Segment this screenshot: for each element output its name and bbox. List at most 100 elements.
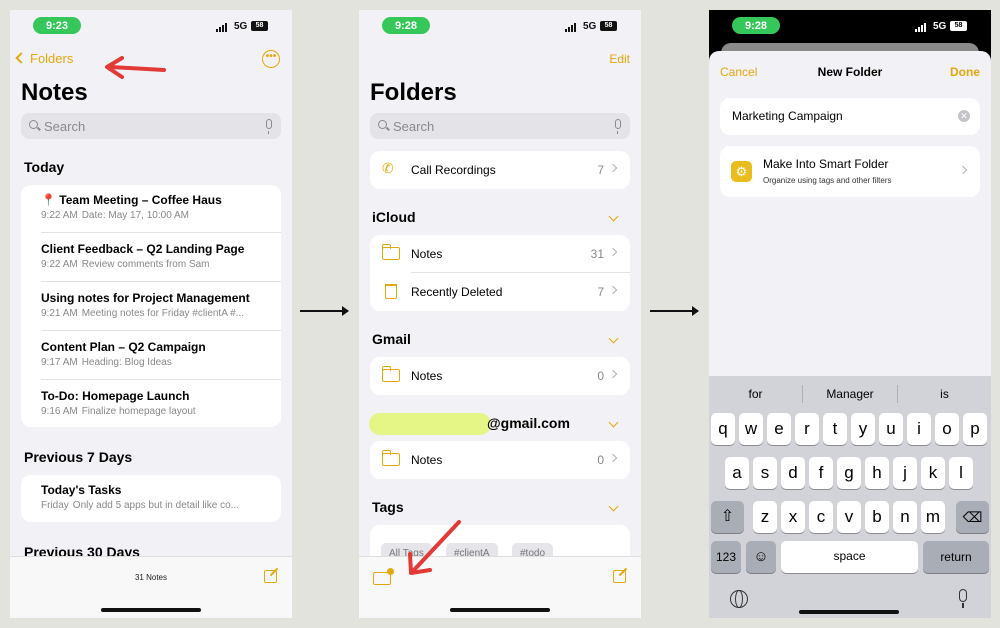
more-options-icon[interactable]: ••• [262,50,280,68]
network-label: 5G [933,21,947,32]
key-j[interactable]: j [893,457,917,489]
suggestion[interactable]: Manager [803,387,897,401]
shift-key[interactable]: ⇧ [711,501,744,533]
key-n[interactable]: n [893,501,917,533]
key-i[interactable]: i [907,413,931,445]
folder-name-value: Marketing Campaign [732,109,843,123]
suggestion[interactable]: for [709,387,802,401]
key-e[interactable]: e [767,413,791,445]
list-item[interactable]: 📍 Team Meeting – Coffee Haus 9:22 AM Date… [41,193,271,221]
previous-7-days-list: Today's Tasks Friday Only add 5 apps but … [21,475,281,522]
page-title: Notes [21,79,88,106]
list-item[interactable]: Content Plan – Q2 Campaign 9:17 AM Headin… [41,340,271,368]
chevron-down-icon[interactable] [608,417,619,428]
smart-folder-row[interactable]: ⚙ Make Into Smart Folder Organize using … [720,146,980,197]
redacted-email-highlight [369,413,491,435]
emoji-icon: ☺ [753,548,769,565]
list-item[interactable]: To-Do: Homepage Launch 9:16 AM Finalize h… [41,389,271,417]
key-f[interactable]: f [809,457,833,489]
suggestion[interactable]: is [898,387,991,401]
folder-row-call-recordings[interactable]: ✆ Call Recordings 7 [370,151,630,189]
clear-text-icon[interactable]: ✕ [958,110,970,122]
back-label: Folders [30,51,74,66]
key-w[interactable]: w [739,413,763,445]
key-g[interactable]: g [837,457,861,489]
microphone-icon[interactable] [615,119,621,134]
annotation-arrow [105,56,166,79]
annotation-arrow [408,520,461,575]
search-icon-handle [37,126,41,131]
key-r[interactable]: r [795,413,819,445]
key-o[interactable]: o [935,413,959,445]
folder-count: 31 [590,247,604,261]
note-preview: Heading: Blog Ideas [81,357,172,368]
flow-arrow [300,306,349,316]
chevron-left-icon [15,52,27,64]
page-title: Folders [370,79,457,106]
key-m[interactable]: m [921,501,945,533]
keyboard: for Manager is q w e r t y u i o p a s d… [709,376,991,618]
bottom-toolbar: 31 Notes [10,556,292,618]
folder-row-notes[interactable]: Notes 31 [370,235,630,273]
return-key[interactable]: return [923,541,989,573]
chevron-down-icon[interactable] [608,501,619,512]
trash-icon [385,284,397,299]
key-x[interactable]: x [781,501,805,533]
chevron-right-icon [608,163,618,173]
emoji-key[interactable]: ☺ [746,541,776,573]
search-input[interactable]: Search [370,113,630,139]
section-header-today: Today [24,159,65,175]
backspace-icon: ⌫ [962,509,983,525]
list-item[interactable]: Using notes for Project Management 9:21 … [41,291,271,319]
chevron-right-icon [608,285,618,295]
smart-folder-subtitle: Organize using tags and other filters [763,176,892,185]
microphone-icon[interactable] [266,119,272,134]
search-icon-handle [386,126,390,131]
note-preview: Review comments from Sam [81,259,210,270]
folder-row-recently-deleted[interactable]: Recently Deleted 7 [370,273,630,311]
space-key[interactable]: space [781,541,918,573]
list-item[interactable]: Client Feedback – Q2 Landing Page 9:22 A… [41,242,271,270]
key-l[interactable]: l [949,457,973,489]
key-p[interactable]: p [963,413,987,445]
key-u[interactable]: u [879,413,903,445]
status-bar: 9:23 5G 58 [10,10,292,42]
signal-icon [915,23,926,32]
delete-key[interactable]: ⌫ [956,501,989,533]
key-q[interactable]: q [711,413,735,445]
list-item[interactable]: Today's Tasks Friday Only add 5 apps but … [41,483,271,511]
folder-row-notes[interactable]: Notes 0 [370,357,630,395]
key-t[interactable]: t [823,413,847,445]
edit-button[interactable]: Edit [609,52,630,66]
group-header-email: @gmail.com [487,415,570,431]
key-h[interactable]: h [865,457,889,489]
search-placeholder: Search [44,119,86,134]
key-k[interactable]: k [921,457,945,489]
battery-icon: 58 [950,21,967,31]
key-c[interactable]: c [809,501,833,533]
folder-row-notes[interactable]: Notes 0 [370,441,630,479]
key-y[interactable]: y [851,413,875,445]
section-header-previous-7-days: Previous 7 Days [24,449,133,465]
note-title: Team Meeting – Coffee Haus [59,193,222,207]
folder-label: Notes [411,369,443,383]
key-b[interactable]: b [865,501,889,533]
signal-icon [565,23,576,32]
numbers-key[interactable]: 123 [711,541,741,573]
search-input[interactable]: Search [21,113,281,139]
signal-icon [216,23,227,32]
chevron-down-icon[interactable] [608,211,619,222]
divider [41,330,281,331]
chevron-down-icon[interactable] [608,333,619,344]
network-label: 5G [234,21,248,32]
key-z[interactable]: z [753,501,777,533]
key-s[interactable]: s [753,457,777,489]
key-a[interactable]: a [725,457,749,489]
chevron-right-icon [608,369,618,379]
folder-name-field[interactable]: Marketing Campaign ✕ [720,98,980,135]
back-to-folders-button[interactable]: Folders [15,51,74,66]
dictation-mic-icon[interactable] [959,589,967,602]
key-d[interactable]: d [781,457,805,489]
key-v[interactable]: v [837,501,861,533]
done-button[interactable]: Done [950,65,980,79]
